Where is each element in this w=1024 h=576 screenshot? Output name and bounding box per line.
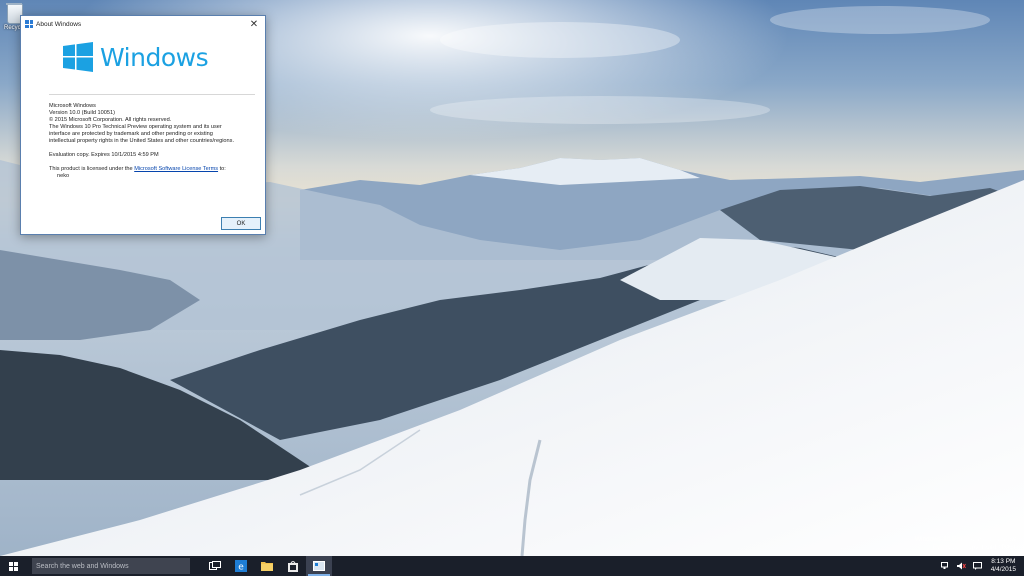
watermark-line-2: Evaluation copy. Build 10051 [932,544,1016,551]
store-icon [288,561,298,572]
dialog-titlebar[interactable]: About Windows ✕ [21,16,265,32]
licensee-name: neko [57,173,70,179]
internet-explorer-icon: e [235,560,247,572]
windows-brand: Windows [63,42,209,72]
license-terms-link[interactable]: Microsoft Software License Terms [134,166,218,172]
about-windows-dialog: About Windows ✕ Windows Microsoft Window… [20,15,266,235]
windows-logo-icon [63,42,93,72]
evaluation-watermark: Windows 10 Pro Technical Preview Evaluat… [915,536,1016,552]
taskbar: Search the web and Windows e 8:13 PM 4/4… [0,556,1024,576]
browser-button[interactable]: e [228,556,254,576]
about-info: Microsoft Windows Version 10.0 (Build 10… [49,103,239,180]
desktop: Recycle Bin About Windows ✕ Windows Micr… [0,0,1024,556]
windows-wordmark: Windows [100,42,209,72]
network-icon[interactable] [941,561,951,571]
about-windows-taskbar-button[interactable] [306,556,332,576]
volume-icon[interactable] [957,561,967,571]
watermark-line-1: Windows 10 Pro Technical Preview [914,536,1016,543]
product-name: Microsoft Windows [49,103,96,109]
divider [49,94,255,95]
copyright-text: © 2015 Microsoft Corporation. All rights… [49,117,172,123]
windows-logo-icon [25,20,33,28]
license-suffix: to: [218,166,226,172]
clock[interactable]: 8:13 PM 4/4/2015 [989,558,1018,574]
file-explorer-button[interactable] [254,556,280,576]
close-button[interactable]: ✕ [247,18,261,30]
search-placeholder: Search the web and Windows [36,562,129,570]
license-prefix: This product is licensed under the [49,166,135,172]
windows-logo-icon [8,561,18,571]
system-tray: 8:13 PM 4/4/2015 [941,558,1024,574]
clock-date: 4/4/2015 [990,566,1016,573]
notifications-icon[interactable] [973,561,983,571]
license-text: This product is licensed under the Micro… [49,166,239,173]
search-box[interactable]: Search the web and Windows [32,558,190,574]
evaluation-text: Evaluation copy. Expires 10/1/2015 4:59 … [49,152,159,158]
task-view-icon [209,561,221,570]
start-button[interactable] [0,556,26,576]
dialog-title: About Windows [36,20,82,28]
task-view-button[interactable] [202,556,228,576]
version-text: Version 10.0 (Build 10051) [49,110,115,116]
about-windows-app-icon [313,561,325,571]
file-explorer-icon [261,562,273,571]
clock-time: 8:13 PM [991,558,1016,565]
svg-text:e: e [238,563,244,573]
close-icon: ✕ [249,18,259,30]
store-button[interactable] [280,556,306,576]
ok-button[interactable]: OK [221,217,261,230]
legal-text: The Windows 10 Pro Technical Preview ope… [49,124,235,144]
